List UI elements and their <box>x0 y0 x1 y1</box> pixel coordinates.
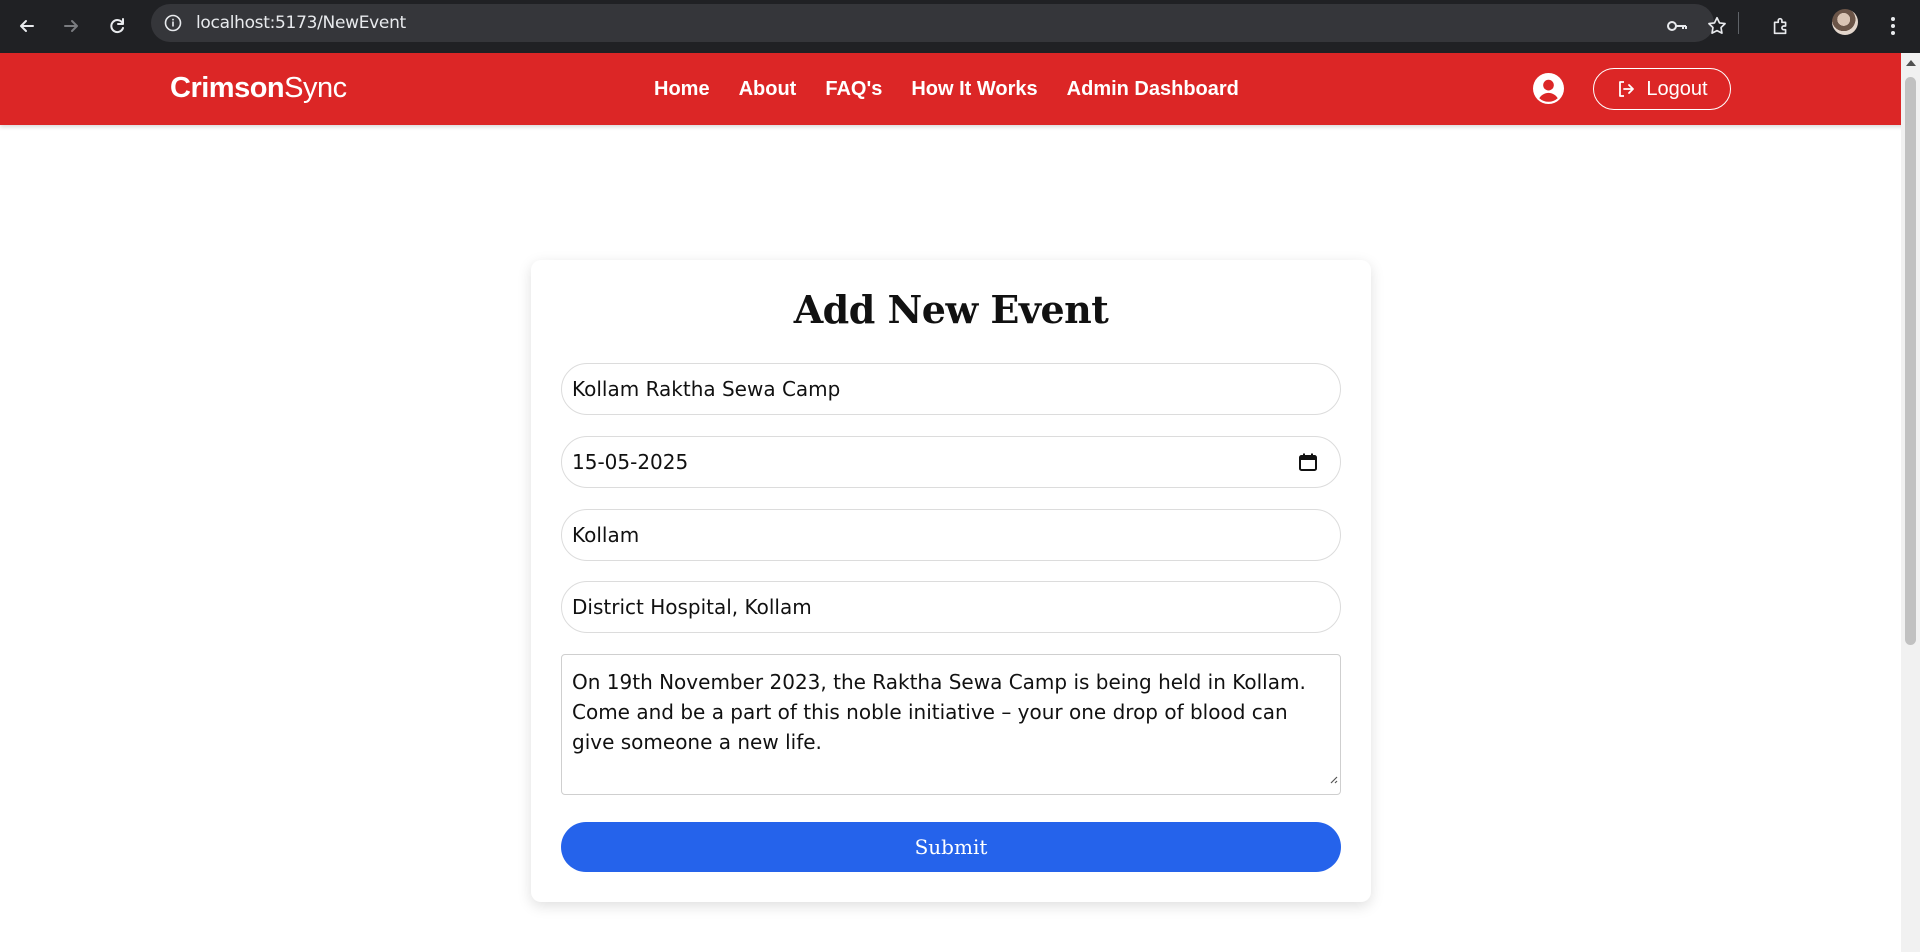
page-title: Add New Event <box>793 287 1109 332</box>
city-value: Kollam <box>572 523 640 547</box>
toolbar-divider <box>1738 12 1739 34</box>
venue-input[interactable]: District Hospital, Kollam <box>561 581 1341 633</box>
logout-button[interactable]: Logout <box>1593 68 1731 110</box>
url-text[interactable]: localhost:5173/NewEvent <box>196 13 406 33</box>
reload-icon[interactable] <box>102 11 132 41</box>
logo-light: Sync <box>284 72 347 104</box>
menu-kebab-icon[interactable] <box>1878 11 1908 41</box>
address-bar[interactable]: localhost:5173/NewEvent <box>151 4 1714 42</box>
nav-home[interactable]: Home <box>654 78 710 101</box>
nav-about[interactable]: About <box>739 78 797 101</box>
logout-icon <box>1619 81 1635 97</box>
add-event-card: Add New Event Kollam Raktha Sewa Camp 15… <box>531 260 1371 902</box>
back-arrow-icon[interactable] <box>12 11 42 41</box>
main-nav: Home About FAQ's How It Works Admin Dash… <box>654 78 1268 101</box>
password-key-icon[interactable] <box>1662 11 1692 41</box>
scrollbar-thumb[interactable] <box>1905 77 1916 645</box>
submit-button[interactable]: Submit <box>561 822 1341 872</box>
bookmark-star-icon[interactable] <box>1702 11 1732 41</box>
user-profile-icon[interactable] <box>1533 73 1564 104</box>
site-info-icon[interactable] <box>163 13 183 38</box>
site-header: CrimsonSync Home About FAQ's How It Work… <box>0 53 1920 125</box>
logout-label: Logout <box>1646 77 1708 100</box>
logo-bold: Crimson <box>170 72 285 104</box>
city-input[interactable]: Kollam <box>561 509 1341 561</box>
logo[interactable]: CrimsonSync <box>170 72 347 105</box>
extensions-icon[interactable] <box>1766 11 1796 41</box>
description-value: On 19th November 2023, the Raktha Sewa C… <box>572 670 1306 754</box>
nav-faqs[interactable]: FAQ's <box>825 78 882 101</box>
forward-arrow-icon[interactable] <box>56 11 86 41</box>
nav-how-it-works[interactable]: How It Works <box>911 78 1037 101</box>
event-name-value: Kollam Raktha Sewa Camp <box>572 377 841 401</box>
nav-admin-dashboard[interactable]: Admin Dashboard <box>1067 78 1239 101</box>
event-date-input[interactable]: 15-05-2025 <box>561 436 1341 488</box>
event-date-value: 15-05-2025 <box>572 450 689 474</box>
venue-value: District Hospital, Kollam <box>572 595 812 619</box>
browser-toolbar: localhost:5173/NewEvent <box>0 0 1920 53</box>
profile-avatar[interactable] <box>1832 9 1858 35</box>
calendar-icon[interactable] <box>1298 452 1318 477</box>
resize-grip-icon[interactable] <box>1328 762 1338 792</box>
description-textarea[interactable]: On 19th November 2023, the Raktha Sewa C… <box>561 654 1341 795</box>
page-scrollbar[interactable] <box>1901 53 1920 952</box>
scroll-up-arrow-icon[interactable] <box>1906 60 1916 66</box>
event-name-input[interactable]: Kollam Raktha Sewa Camp <box>561 363 1341 415</box>
